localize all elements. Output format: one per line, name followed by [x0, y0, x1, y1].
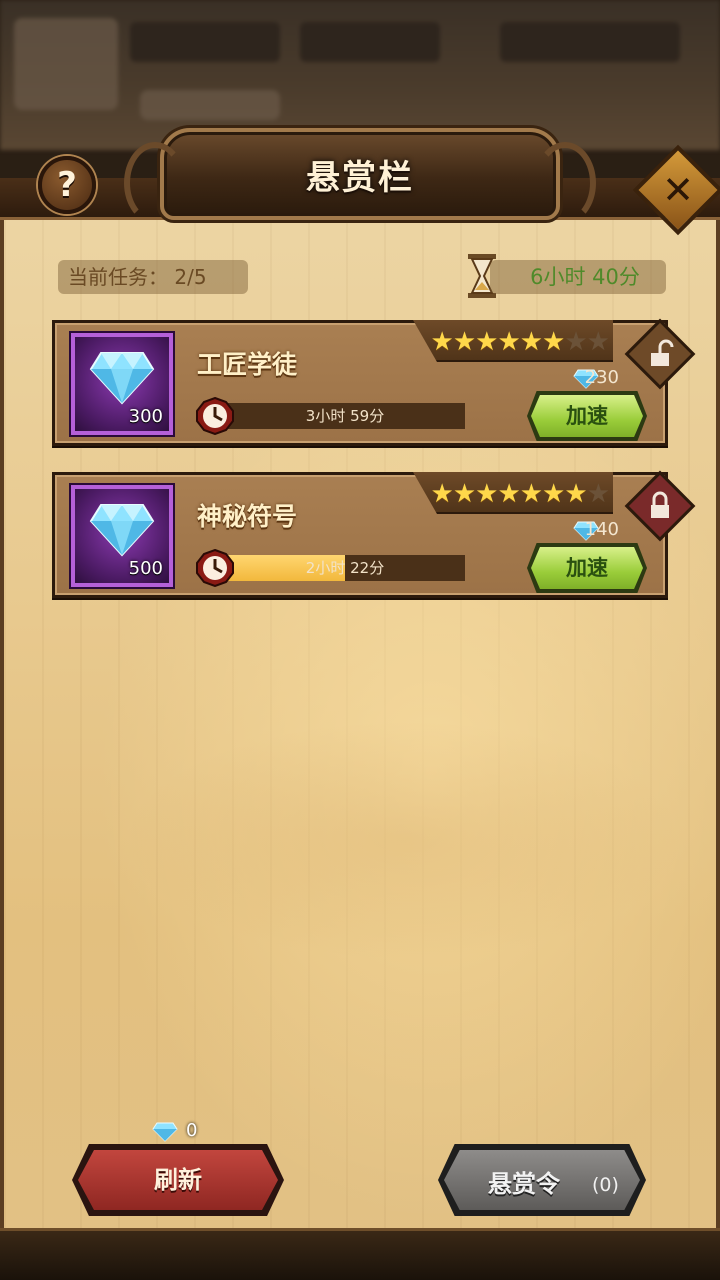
- speedup-cost: 230: [584, 367, 619, 388]
- blurred-bar: [500, 22, 680, 62]
- lock-closed-icon[interactable]: [641, 489, 679, 523]
- reward-amount: 300: [128, 406, 163, 427]
- reward-amount: 500: [128, 558, 163, 579]
- panel-swirl: [124, 720, 684, 960]
- reward-slot[interactable]: 300: [71, 333, 173, 435]
- task-card[interactable]: ★★★★★★★★ 500 神秘符号 2小时 22分 140 加速: [52, 470, 696, 598]
- panel-title: 悬赏栏: [306, 158, 414, 198]
- task-name: 工匠学徒: [197, 350, 298, 379]
- difficulty-stars: ★★★★★★★★: [430, 327, 610, 357]
- task-progress-bar: 3小时 59分: [225, 403, 465, 429]
- progress-time: 2小时 22分: [305, 559, 385, 577]
- bounty-order-count: (0): [592, 1174, 619, 1196]
- progress-time: 3小时 59分: [305, 407, 385, 425]
- close-icon[interactable]: ✕: [646, 158, 710, 222]
- speedup-button[interactable]: 加速: [531, 395, 643, 437]
- help-button[interactable]: ?: [38, 156, 96, 214]
- refresh-timer: 6小时 40分: [490, 260, 666, 294]
- blurred-bar: [130, 22, 280, 62]
- clock-icon: [196, 549, 234, 587]
- blurred-bar: [300, 22, 440, 62]
- diamond-icon: [152, 1122, 178, 1142]
- current-task-count: 当前任务： 2/5: [58, 260, 248, 294]
- blurred-avatar: [14, 18, 118, 110]
- footer-band: [0, 1228, 720, 1280]
- difficulty-stars: ★★★★★★★★: [430, 479, 610, 509]
- refresh-button[interactable]: 刷新: [78, 1150, 278, 1210]
- blurred-item: [140, 90, 280, 120]
- diamond-icon: [89, 504, 155, 557]
- speedup-cost: 140: [584, 519, 619, 540]
- task-name: 神秘符号: [197, 502, 298, 531]
- bounty-order-label[interactable]: 悬赏令: [488, 1164, 560, 1199]
- clock-icon: [196, 397, 234, 435]
- reward-slot[interactable]: 500: [71, 485, 173, 587]
- task-progress-bar: 2小时 22分: [225, 555, 465, 581]
- lock-open-icon[interactable]: [641, 337, 679, 371]
- speedup-button[interactable]: 加速: [531, 547, 643, 589]
- task-card[interactable]: ★★★★★★★★ 300 工匠学徒 3小时 59分 230 加速: [52, 318, 696, 446]
- diamond-icon: [89, 352, 155, 405]
- refresh-cost-value: 0: [186, 1120, 198, 1141]
